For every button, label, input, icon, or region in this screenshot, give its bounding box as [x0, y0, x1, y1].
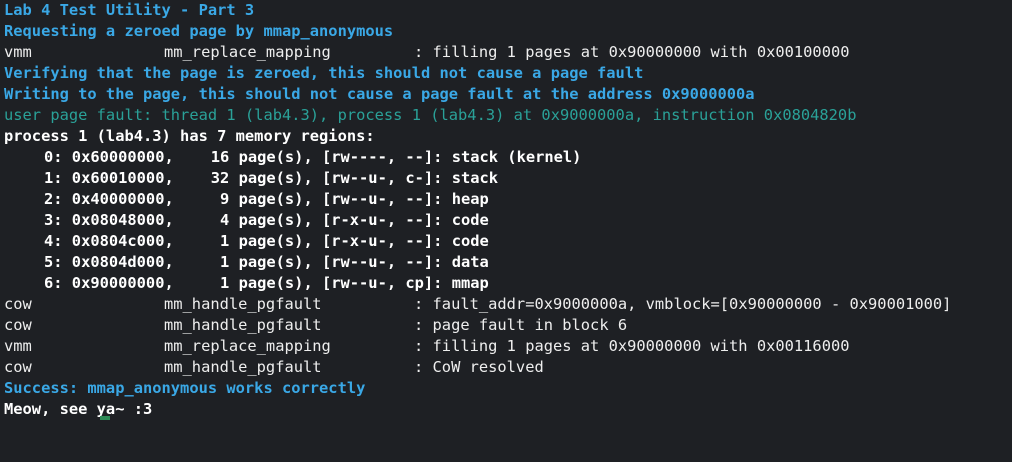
- log-line: vmm mm_replace_mapping : filling 1 pages…: [4, 42, 850, 63]
- log-tag: cow: [4, 358, 32, 376]
- log-tag: cow: [4, 295, 32, 313]
- region-row: 1: 0x60010000, 32 page(s), [rw--u-, c-]:…: [44, 169, 499, 187]
- log-func: mm_replace_mapping: [164, 43, 331, 61]
- log-msg: : CoW resolved: [414, 358, 544, 376]
- cursor: [100, 416, 110, 420]
- log-tag: vmm: [4, 337, 32, 355]
- test-title: Lab 4 Test Utility - Part 3: [4, 1, 255, 19]
- log-msg: : page fault in block 6: [414, 316, 628, 334]
- terminal-output[interactable]: Lab 4 Test Utility - Part 3 Requesting a…: [0, 0, 1012, 422]
- info-line: Requesting a zeroed page by mmap_anonymo…: [4, 22, 394, 40]
- log-func: mm_handle_pgfault: [164, 295, 322, 313]
- log-line: cow mm_handle_pgfault : page fault in bl…: [4, 315, 627, 336]
- log-func: mm_handle_pgfault: [164, 316, 322, 334]
- log-tag: cow: [4, 316, 32, 334]
- shell-prompt[interactable]: Meow, see ya~ :3: [4, 399, 152, 420]
- log-func: mm_replace_mapping: [164, 337, 331, 355]
- region-row: 6: 0x90000000, 1 page(s), [rw--u-, cp]: …: [44, 274, 489, 292]
- log-func: mm_handle_pgfault: [164, 358, 322, 376]
- log-msg: : filling 1 pages at 0x90000000 with 0x0…: [414, 337, 850, 355]
- region-row: 4: 0x0804c000, 1 page(s), [r-x-u-, --]: …: [44, 232, 489, 250]
- info-line: Writing to the page, this should not cau…: [4, 85, 755, 103]
- region-row: 2: 0x40000000, 9 page(s), [rw--u-, --]: …: [44, 190, 489, 208]
- fault-line: user page fault: thread 1 (lab4.3), proc…: [4, 106, 857, 124]
- log-tag: vmm: [4, 43, 32, 61]
- regions-header: process 1 (lab4.3) has 7 memory regions:: [4, 127, 375, 145]
- log-line: cow mm_handle_pgfault : CoW resolved: [4, 357, 544, 378]
- region-row: 3: 0x08048000, 4 page(s), [r-x-u-, --]: …: [44, 211, 489, 229]
- log-line: vmm mm_replace_mapping : filling 1 pages…: [4, 336, 850, 357]
- success-line: Success: mmap_anonymous works correctly: [4, 379, 366, 397]
- region-row: 5: 0x0804d000, 1 page(s), [rw--u-, --]: …: [44, 253, 489, 271]
- log-msg: : filling 1 pages at 0x90000000 with 0x0…: [414, 43, 850, 61]
- log-line: cow mm_handle_pgfault : fault_addr=0x900…: [4, 294, 951, 315]
- info-line: Verifying that the page is zeroed, this …: [4, 64, 644, 82]
- region-row: 0: 0x60000000, 16 page(s), [rw----, --]:…: [44, 148, 582, 166]
- log-msg: : fault_addr=0x9000000a, vmblock=[0x9000…: [414, 295, 952, 313]
